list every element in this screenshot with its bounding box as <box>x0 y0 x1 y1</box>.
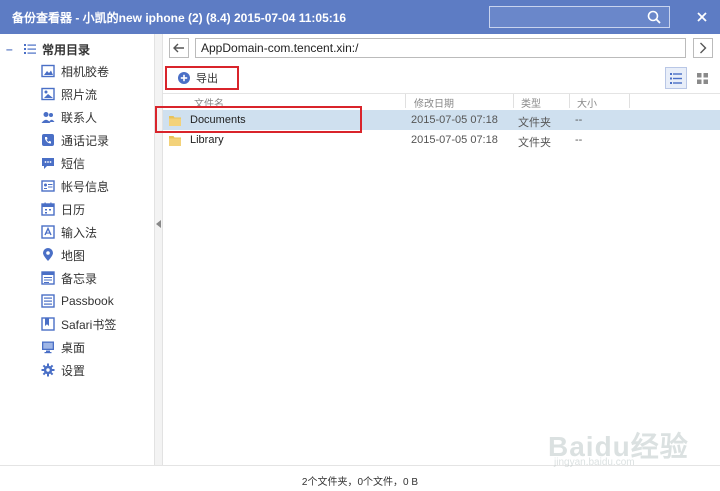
annotation-highlight <box>155 106 362 133</box>
chevron-right-icon <box>700 42 707 54</box>
bookmark-icon <box>41 317 55 331</box>
file-size: -- <box>575 114 583 126</box>
sidebar-item-contacts[interactable]: 联系人 <box>41 108 97 126</box>
search-input[interactable] <box>490 7 640 27</box>
watermark-url: jingyan.baidu.com <box>554 457 635 468</box>
sidebar-item-label: 备忘录 <box>61 271 98 286</box>
column-header-date[interactable]: 修改日期 <box>414 95 454 110</box>
main-panel: 导出 文件名 修改日期 类型 大小 Documents 2015-07-05 <box>155 34 720 465</box>
sidebar-item-sms[interactable]: 短信 <box>41 154 85 172</box>
grid-view-icon <box>696 72 708 84</box>
arrow-left-icon <box>173 43 184 53</box>
sidebar-item-label: 帐号信息 <box>61 179 110 194</box>
sidebar-item-passbook[interactable]: Passbook <box>41 292 114 310</box>
file-date: 2015-07-05 07:18 <box>411 134 498 146</box>
sidebar-item-label: 联系人 <box>61 110 98 125</box>
close-button[interactable] <box>693 8 711 26</box>
sidebar: – 常用目录 相机胶卷 照片流 联系人 通话记录 短信 帐号信息 日历 输入法 <box>0 34 155 465</box>
sidebar-item-label: 短信 <box>61 156 86 171</box>
sidebar-group-label: 常用目录 <box>42 42 91 57</box>
sidebar-item-label: 相机胶卷 <box>61 64 110 79</box>
passbook-icon <box>41 294 55 308</box>
gear-icon <box>41 363 55 377</box>
sidebar-item-label: 地图 <box>61 248 86 263</box>
input-method-icon <box>41 225 55 239</box>
call-log-icon <box>42 134 54 146</box>
grid-view-button[interactable] <box>691 67 713 89</box>
file-name: Library <box>190 134 224 146</box>
list-view-button[interactable] <box>665 67 687 89</box>
export-button[interactable]: 导出 <box>165 66 239 90</box>
path-input[interactable] <box>195 38 686 58</box>
map-pin-icon <box>43 248 53 261</box>
forward-button[interactable] <box>693 38 713 58</box>
sidebar-item-camera-roll[interactable]: 相机胶卷 <box>41 62 109 80</box>
sidebar-item-account-info[interactable]: 帐号信息 <box>41 177 109 195</box>
calendar-icon <box>41 202 55 216</box>
sidebar-item-label: Safari书签 <box>61 317 117 332</box>
export-label: 导出 <box>196 73 218 85</box>
sidebar-item-calendar[interactable]: 日历 <box>41 200 85 218</box>
search-icon[interactable] <box>647 10 661 24</box>
table-row[interactable]: Library 2015-07-05 07:18 文件夹 -- <box>163 130 720 150</box>
plus-circle-icon <box>178 72 190 84</box>
column-header-size[interactable]: 大小 <box>577 95 597 110</box>
account-info-icon <box>41 180 55 192</box>
sidebar-splitter[interactable] <box>155 34 163 465</box>
sidebar-item-label: 设置 <box>61 363 86 378</box>
sidebar-item-label: 日历 <box>61 202 86 217</box>
sidebar-item-label: 桌面 <box>61 340 86 355</box>
sidebar-item-label: Passbook <box>61 294 114 308</box>
sidebar-item-label: 通话记录 <box>61 133 110 148</box>
sidebar-item-settings[interactable]: 设置 <box>41 361 85 379</box>
contacts-icon <box>41 112 55 123</box>
navigation-bar <box>163 34 720 62</box>
window-title: 备份查看器 - 小凯的new iphone (2) (8.4) 2015-07-… <box>12 11 347 25</box>
photo-stream-icon <box>41 87 55 101</box>
folder-icon <box>169 136 181 146</box>
sidebar-item-label: 照片流 <box>61 87 98 102</box>
column-divider[interactable] <box>569 94 570 108</box>
back-button[interactable] <box>169 38 189 58</box>
sidebar-item-safari-bookmarks[interactable]: Safari书签 <box>41 315 116 333</box>
status-text: 2个文件夹，0个文件，0 B <box>301 477 419 488</box>
list-view-icon <box>670 72 682 84</box>
watermark-logo: Baidu经验 jingyan.baidu.com <box>548 425 698 471</box>
column-divider[interactable] <box>405 94 406 108</box>
notes-icon <box>41 271 55 285</box>
collapse-icon[interactable]: – <box>6 42 16 56</box>
desktop-icon <box>42 341 54 354</box>
file-size: -- <box>575 134 583 146</box>
sidebar-item-map[interactable]: 地图 <box>41 246 85 264</box>
sidebar-item-call-log[interactable]: 通话记录 <box>41 131 109 149</box>
list-icon <box>24 44 36 54</box>
file-type: 文件夹 <box>518 137 551 149</box>
camera-roll-icon <box>41 64 55 78</box>
sidebar-item-label: 输入法 <box>61 225 98 240</box>
column-header-type[interactable]: 类型 <box>521 95 541 110</box>
sidebar-item-desktop[interactable]: 桌面 <box>41 338 85 356</box>
file-type: 文件夹 <box>518 117 551 129</box>
file-date: 2015-07-05 07:18 <box>411 114 498 126</box>
collapse-arrow-icon[interactable] <box>156 220 161 228</box>
toolbar: 导出 <box>163 62 720 94</box>
sidebar-item-photo-stream[interactable]: 照片流 <box>41 85 97 103</box>
title-bar: 备份查看器 - 小凯的new iphone (2) (8.4) 2015-07-… <box>0 0 720 34</box>
search-box[interactable] <box>489 6 670 28</box>
sms-icon <box>42 158 54 169</box>
close-icon <box>697 12 707 22</box>
sidebar-item-notes[interactable]: 备忘录 <box>41 269 97 287</box>
column-divider[interactable] <box>629 94 630 108</box>
sidebar-group-common[interactable]: – 常用目录 <box>6 40 90 58</box>
sidebar-item-input-method[interactable]: 输入法 <box>41 223 97 241</box>
column-divider[interactable] <box>513 94 514 108</box>
